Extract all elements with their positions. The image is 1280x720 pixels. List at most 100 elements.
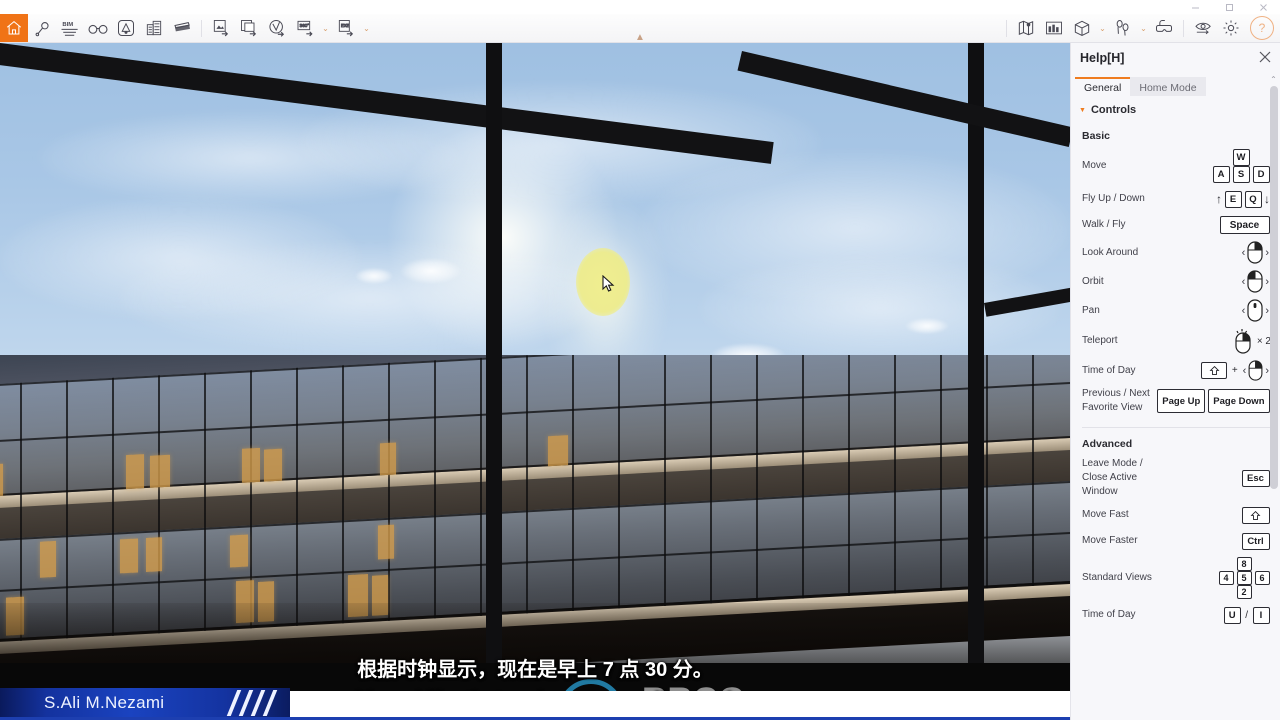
- row-teleport-label: Teleport: [1082, 335, 1118, 346]
- cloud: [400, 258, 462, 284]
- key-numpad-4[interactable]: 4: [1218, 571, 1234, 585]
- credits-name-bar: S.Ali M.Nezami: [0, 688, 290, 718]
- asset-library-icon[interactable]: [112, 14, 140, 43]
- group-title-basic: Basic: [1082, 130, 1111, 142]
- numpad-cluster: 8 4 5 6 2: [1217, 557, 1271, 599]
- export-exe-icon[interactable]: EXE: [332, 14, 360, 43]
- walkthrough-icon[interactable]: [1109, 14, 1137, 43]
- toolbar-collapse-handle[interactable]: ▲: [628, 30, 652, 43]
- location-pin-icon[interactable]: [28, 14, 56, 43]
- tab-general[interactable]: General: [1075, 77, 1131, 96]
- mouse-left-button-icon: [1247, 241, 1263, 264]
- row-time-of-day-advanced-keys: U / I: [1193, 606, 1271, 624]
- row-move-faster-label: Move Faster: [1082, 535, 1138, 546]
- key-esc[interactable]: Esc: [1241, 469, 1270, 487]
- export-batch-image-icon[interactable]: [235, 14, 263, 43]
- map-pin-icon[interactable]: [1012, 14, 1040, 43]
- scroll-up-arrow-icon[interactable]: ⌃: [1269, 75, 1278, 85]
- key-shift[interactable]: [1201, 362, 1228, 379]
- key-numpad-2[interactable]: 2: [1236, 585, 1252, 599]
- gear-icon[interactable]: [1217, 14, 1245, 43]
- chevron-down-icon-3[interactable]: ⌄: [1096, 14, 1109, 43]
- row-move-label: Move: [1082, 160, 1107, 171]
- key-a[interactable]: A: [1212, 166, 1230, 183]
- video-clapper-icon[interactable]: [168, 14, 196, 43]
- chevron-down-icon[interactable]: ⌄: [319, 14, 332, 43]
- vr-headset-icon[interactable]: [1150, 14, 1178, 43]
- toolbar-left-group: BIM: [28, 14, 196, 42]
- visual-settings-icon[interactable]: [1189, 14, 1217, 43]
- row-favorite-view-label-line1: Previous / Next: [1082, 388, 1150, 399]
- numpad-middle-row: 4 5 6: [1217, 571, 1271, 585]
- render-viewport[interactable]: 人 RRCG 人人素材 根据时钟显示，现在是早上 7 点 30 分。 posit…: [0, 43, 1070, 691]
- help-button[interactable]: ?: [1250, 16, 1274, 40]
- title-bar: [0, 0, 1280, 14]
- help-panel-title: Help[H]: [1080, 51, 1125, 65]
- plus-sign: +: [1231, 365, 1238, 376]
- row-standard-views-label: Standard Views: [1082, 572, 1152, 583]
- row-teleport-keys: × 2: [1193, 328, 1271, 354]
- key-shift[interactable]: [1241, 506, 1270, 524]
- key-numpad-8[interactable]: 8: [1236, 557, 1252, 571]
- chevron-down-icon-2[interactable]: ⌄: [360, 14, 373, 43]
- view-cube-icon[interactable]: [1068, 14, 1096, 43]
- row-orbit-label: Orbit: [1082, 275, 1104, 287]
- cloud: [905, 318, 949, 334]
- key-numpad-5[interactable]: 5: [1236, 571, 1252, 585]
- paren-right: ›: [1265, 275, 1269, 288]
- enscape-window: BIM 360° ⌄ EXE ⌄ ⌄ ⌄ ? ▲ 根据时钟显示，现在是早上 7 …: [0, 0, 1280, 720]
- svg-text:EXE: EXE: [341, 23, 350, 28]
- close-icon[interactable]: [1246, 0, 1280, 14]
- tab-home-mode[interactable]: Home Mode: [1130, 77, 1206, 96]
- triangle-down-icon: ▼: [1079, 106, 1086, 114]
- slash-sign: /: [1245, 609, 1248, 621]
- paren-right: ›: [1265, 364, 1269, 377]
- row-look-around-label: Look Around: [1082, 246, 1139, 258]
- key-page-down[interactable]: Page Down: [1208, 389, 1270, 413]
- key-page-up[interactable]: Page Up: [1157, 389, 1206, 413]
- row-favorite-view: Previous / Next Favorite View Page Up Pa…: [1071, 384, 1280, 418]
- toolbar-divider-right: [1006, 19, 1007, 37]
- panel-scrollbar[interactable]: [1270, 86, 1278, 489]
- key-s[interactable]: S: [1232, 166, 1250, 183]
- binoculars-icon[interactable]: [84, 14, 112, 43]
- export-image-icon[interactable]: [207, 14, 235, 43]
- key-w[interactable]: W: [1232, 149, 1250, 166]
- building-icon[interactable]: [140, 14, 168, 43]
- toolbar-right-group: ⌄ ⌄ ?: [1001, 14, 1280, 42]
- key-numpad-6[interactable]: 6: [1254, 571, 1270, 585]
- section-controls[interactable]: ▼ Controls: [1071, 98, 1280, 122]
- row-leave-mode: Leave Mode / Close Active Window Esc: [1071, 454, 1280, 502]
- key-ctrl[interactable]: Ctrl: [1241, 532, 1270, 550]
- key-space[interactable]: Space: [1219, 216, 1270, 234]
- bim-layers-icon[interactable]: BIM: [56, 14, 84, 43]
- close-icon[interactable]: [1259, 51, 1271, 65]
- export-web-icon[interactable]: [263, 14, 291, 43]
- row-time-of-day-advanced-label: Time of Day: [1082, 609, 1136, 620]
- toolbar-divider-right-2: [1183, 19, 1184, 37]
- export-panorama-360-icon[interactable]: 360°: [291, 14, 319, 43]
- cloud-wisp: [0, 198, 360, 318]
- toolbar-export-group: 360° ⌄ EXE ⌄: [207, 14, 373, 42]
- maximize-icon[interactable]: [1212, 0, 1246, 14]
- section-controls-label: Controls: [1090, 104, 1137, 116]
- key-e[interactable]: E: [1224, 190, 1242, 208]
- bim-info-icon[interactable]: [1040, 14, 1068, 43]
- key-d[interactable]: D: [1252, 166, 1270, 183]
- home-icon[interactable]: [0, 14, 28, 42]
- minimize-icon[interactable]: [1178, 0, 1212, 14]
- credits-slashes: [226, 690, 284, 716]
- group-divider: [1082, 427, 1271, 428]
- row-walk-fly-keys: Space: [1193, 216, 1271, 234]
- row-move-fast: Move Fast: [1071, 502, 1280, 528]
- key-u[interactable]: U: [1223, 606, 1241, 624]
- row-walk-fly-label: Walk / Fly: [1082, 219, 1126, 230]
- chevron-down-icon-4[interactable]: ⌄: [1137, 14, 1150, 43]
- mouse-cursor: [602, 274, 615, 298]
- key-q[interactable]: Q: [1244, 190, 1262, 208]
- key-i[interactable]: I: [1252, 606, 1270, 624]
- row-standard-views-keys: 8 4 5 6 2: [1193, 557, 1271, 599]
- row-pan-label: Pan: [1082, 304, 1100, 316]
- help-panel: Help[H] General Home Mode ▼ Controls Bas…: [1070, 43, 1280, 720]
- row-favorite-view-label: Previous / Next Favorite View: [1082, 387, 1156, 415]
